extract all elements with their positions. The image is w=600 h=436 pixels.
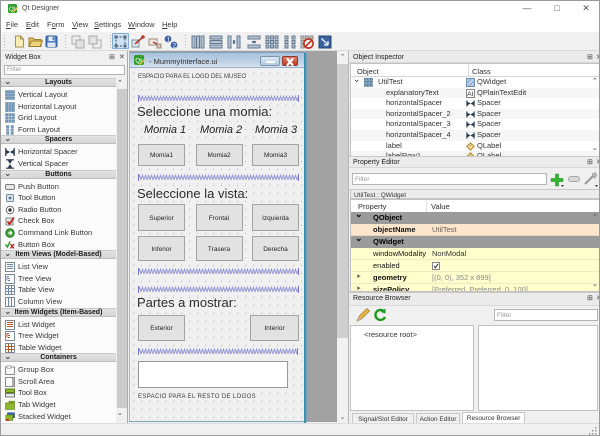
svg-text:AI: AI xyxy=(467,91,473,98)
